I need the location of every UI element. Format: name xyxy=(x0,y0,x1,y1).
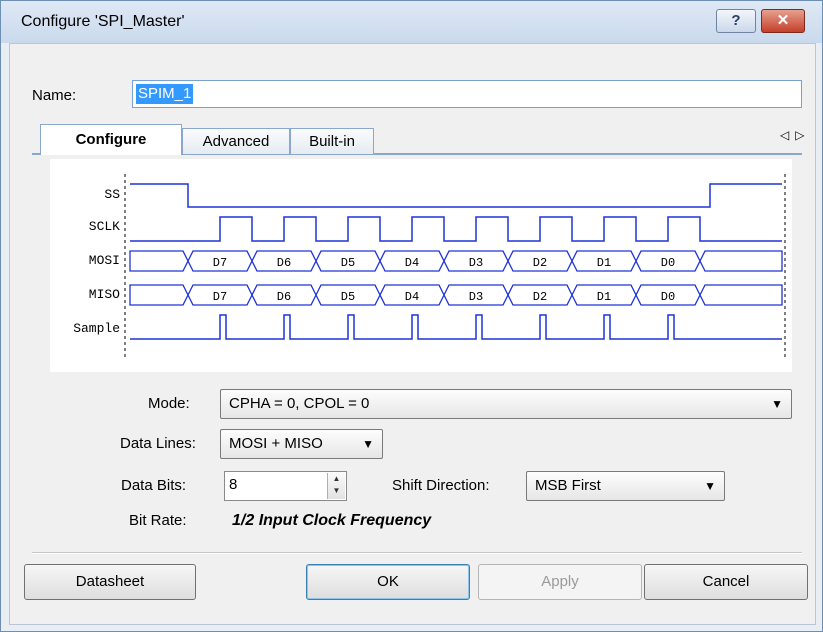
title-bar[interactable]: Configure 'SPI_Master' ? ✕ xyxy=(1,1,822,43)
mosi-bus-segment xyxy=(699,250,783,272)
cancel-button-label: Cancel xyxy=(702,573,750,590)
tab-advanced-label: Advanced xyxy=(202,133,270,150)
window-title: Configure 'SPI_Master' xyxy=(21,13,185,30)
mosi-bit-label: D3 xyxy=(469,256,483,270)
configure-dialog: Configure 'SPI_Master' ? ✕ Name: SPIM_1 … xyxy=(0,0,823,632)
sample-waveform xyxy=(130,314,782,340)
chevron-down-icon: ▼ xyxy=(704,479,716,493)
name-label: Name: xyxy=(32,87,77,104)
tab-advanced[interactable]: Advanced xyxy=(182,128,290,154)
signal-label-ss: SS xyxy=(104,187,120,202)
scroll-right-icon[interactable]: ▷ xyxy=(795,128,810,142)
data-bits-stepper[interactable]: 8 ▲ ▼ xyxy=(224,471,347,501)
spin-up-icon[interactable]: ▲ xyxy=(328,473,345,485)
signal-label-sample: Sample xyxy=(73,321,120,336)
data-lines-select[interactable]: MOSI + MISO ▼ xyxy=(220,429,383,459)
name-input-value: SPIM_1 xyxy=(136,84,194,104)
help-button[interactable]: ? xyxy=(716,9,756,33)
mode-label: Mode: xyxy=(148,395,190,412)
datasheet-button[interactable]: Datasheet xyxy=(24,564,196,600)
close-button[interactable]: ✕ xyxy=(761,9,805,33)
close-icon: ✕ xyxy=(776,12,790,29)
tab-configure[interactable]: Configure xyxy=(40,124,182,155)
sclk-waveform xyxy=(130,216,782,242)
chevron-down-icon: ▼ xyxy=(362,437,374,451)
scroll-left-icon[interactable]: ◁ xyxy=(780,128,795,142)
data-lines-value: MOSI + MISO xyxy=(229,435,323,452)
miso-bit-label: D1 xyxy=(597,290,611,304)
name-input[interactable]: SPIM_1 xyxy=(132,80,802,108)
timing-diagram: SS SCLK MOSI MISO Sample D7 D6 D5 D4 D3 D2 D1 D0 D7 D6… xyxy=(50,159,792,372)
datasheet-button-label: Datasheet xyxy=(75,573,145,590)
apply-button-label: Apply xyxy=(541,573,579,590)
miso-bit-label: D4 xyxy=(405,290,419,304)
data-bits-label: Data Bits: xyxy=(121,477,187,494)
chevron-down-icon: ▼ xyxy=(771,397,783,411)
shift-direction-select[interactable]: MSB First ▼ xyxy=(526,471,725,501)
mode-select[interactable]: CPHA = 0, CPOL = 0 ▼ xyxy=(220,389,792,419)
signal-label-mosi: MOSI xyxy=(89,253,120,268)
tab-configure-label: Configure xyxy=(75,131,147,148)
miso-bit-label: D2 xyxy=(533,290,547,304)
mosi-bit-label: D2 xyxy=(533,256,547,270)
mosi-bit-label: D0 xyxy=(661,256,675,270)
dialog-client-area: Name: SPIM_1 Configure Advanced Built-in… xyxy=(9,43,816,625)
mosi-bit-label: D1 xyxy=(597,256,611,270)
miso-bit-label: D7 xyxy=(213,290,227,304)
tab-scroll-arrows[interactable]: ◁▷ xyxy=(780,128,810,142)
bit-rate-label: Bit Rate: xyxy=(129,512,187,529)
separator xyxy=(32,552,802,554)
bit-rate-value: 1/2 Input Clock Frequency xyxy=(232,512,432,529)
mode-value: CPHA = 0, CPOL = 0 xyxy=(229,395,370,412)
mosi-bit-label: D7 xyxy=(213,256,227,270)
signal-label-sclk: SCLK xyxy=(89,219,120,234)
ss-waveform xyxy=(130,183,782,208)
ok-button-label: OK xyxy=(377,573,399,590)
mosi-bit-label: D5 xyxy=(341,256,355,270)
tab-built-in[interactable]: Built-in xyxy=(290,128,374,154)
miso-bit-label: D0 xyxy=(661,290,675,304)
mosi-bus-segment xyxy=(129,250,189,272)
mosi-bit-label: D6 xyxy=(277,256,291,270)
spin-down-icon[interactable]: ▼ xyxy=(328,485,345,497)
spin-buttons[interactable]: ▲ ▼ xyxy=(327,473,345,499)
ok-button[interactable]: OK xyxy=(306,564,470,600)
shift-direction-label: Shift Direction: xyxy=(392,477,490,494)
miso-bit-label: D5 xyxy=(341,290,355,304)
signal-label-miso: MISO xyxy=(89,287,120,302)
timing-diagram-svg: SS SCLK MOSI MISO Sample D7 D6 D5 D4 D3 D2 D1 D0 D7 D6… xyxy=(73,174,786,357)
miso-bus-segment xyxy=(699,284,783,306)
shift-direction-value: MSB First xyxy=(535,477,601,494)
data-bits-value: 8 xyxy=(229,476,238,493)
miso-bus-segment xyxy=(129,284,189,306)
data-lines-label: Data Lines: xyxy=(120,435,196,452)
help-icon: ? xyxy=(731,12,741,29)
cancel-button[interactable]: Cancel xyxy=(644,564,808,600)
tab-built-in-label: Built-in xyxy=(309,133,355,150)
apply-button[interactable]: Apply xyxy=(478,564,642,600)
miso-bit-label: D3 xyxy=(469,290,483,304)
miso-bit-label: D6 xyxy=(277,290,291,304)
mosi-bit-label: D4 xyxy=(405,256,419,270)
